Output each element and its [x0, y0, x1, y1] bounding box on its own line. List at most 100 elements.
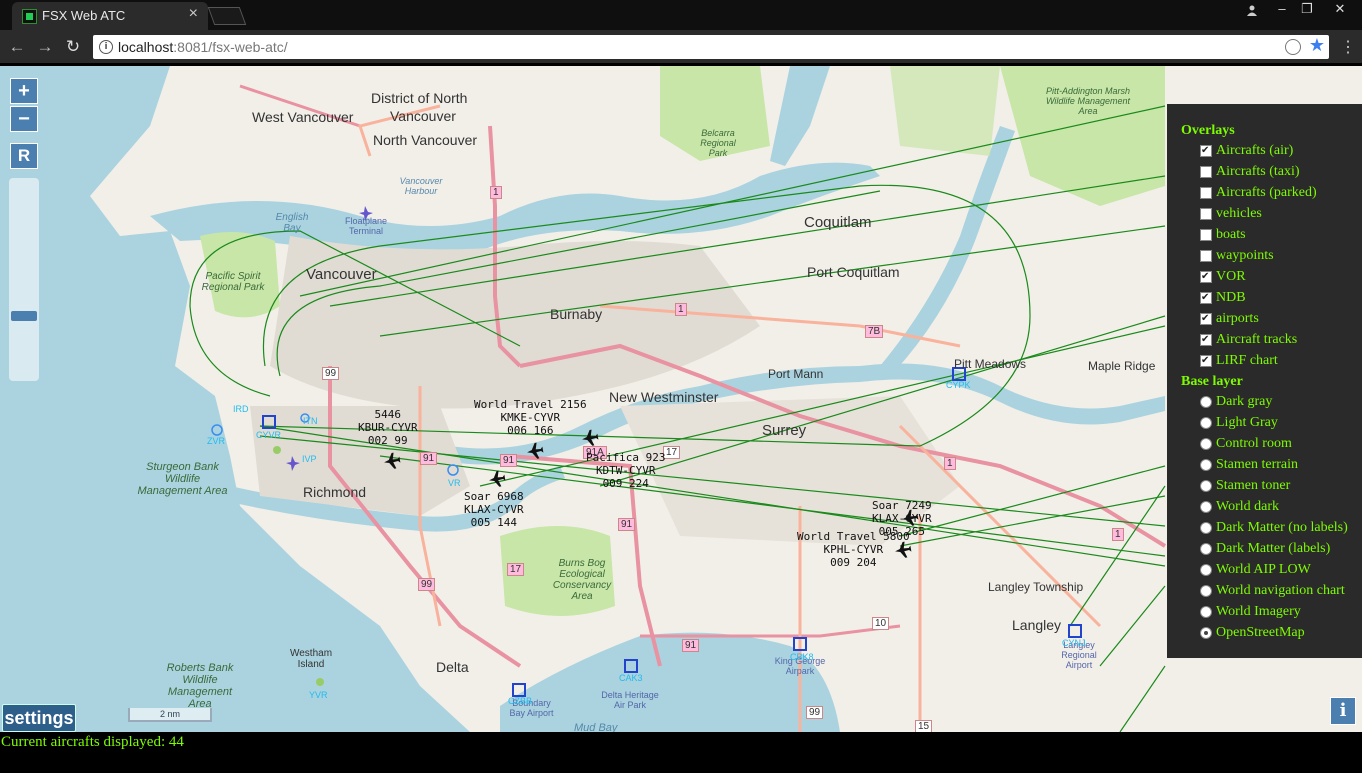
zoom-in-button[interactable]: + — [10, 78, 38, 104]
base-layer-radio[interactable] — [1200, 543, 1212, 555]
radar-favicon-icon — [22, 9, 37, 24]
aircraft-label[interactable]: 5446 KBUR-CYVR 002 99 — [358, 408, 418, 447]
aircraft-label[interactable]: World Travel 2156 KMKE-CYVR 006 166 — [474, 398, 587, 437]
overlay-checkbox[interactable] — [1200, 187, 1212, 199]
reload-button[interactable]: ↻ — [62, 36, 84, 58]
aircraft-route: KMKE-CYVR — [500, 411, 561, 424]
base-layer-radio[interactable] — [1200, 396, 1212, 408]
zoom-slider-thumb[interactable] — [11, 311, 37, 321]
aircraft-callsign: World Travel 2156 — [474, 398, 587, 411]
base-layer-label: Stamen terrain — [1216, 457, 1299, 472]
overlay-label: vehicles — [1216, 206, 1262, 221]
reset-view-button[interactable]: R — [10, 143, 38, 169]
base-layer-option[interactable]: World AIP LOW — [1167, 559, 1362, 580]
base-layer-radio[interactable] — [1200, 438, 1212, 450]
aircraft-callsign: Soar 6968 — [464, 490, 524, 503]
tab-close-icon[interactable]: × — [189, 5, 198, 23]
browser-menu-icon[interactable]: ⋮ — [1340, 37, 1356, 57]
site-info-icon[interactable]: i — [99, 40, 113, 54]
extension-icon[interactable] — [1285, 39, 1301, 55]
aircraft-callsign: World Travel 5800 — [797, 530, 910, 543]
overlay-option[interactable]: waypoints — [1167, 245, 1362, 266]
aircraft-route: KLAX-CYVR — [872, 512, 932, 525]
overlay-option[interactable]: Aircraft tracks — [1167, 329, 1362, 350]
base-layer-option[interactable]: World dark — [1167, 496, 1362, 517]
tab-title: FSX Web ATC — [42, 8, 126, 23]
overlay-checkbox[interactable] — [1200, 250, 1212, 262]
overlay-checkbox[interactable] — [1200, 140, 1212, 161]
forward-button[interactable]: → — [34, 36, 56, 58]
info-button[interactable]: i — [1330, 697, 1356, 725]
base-layer-radio[interactable] — [1200, 627, 1212, 639]
base-layer-option[interactable]: Light Gray — [1167, 412, 1362, 433]
profile-icon[interactable] — [1236, 0, 1268, 20]
aircraft-alt-speed: 002 99 — [367, 434, 408, 447]
base-layer-radio[interactable] — [1200, 522, 1212, 534]
base-layer-radio[interactable] — [1200, 585, 1212, 597]
overlay-checkbox[interactable] — [1200, 308, 1212, 329]
base-layer-radio[interactable] — [1200, 459, 1212, 471]
base-layer-option[interactable]: World Imagery — [1167, 601, 1362, 622]
aircraft-alt-speed: 009 224 — [602, 477, 649, 490]
overlay-checkbox[interactable] — [1200, 166, 1212, 178]
overlay-option[interactable]: Aircrafts (air) — [1167, 140, 1362, 161]
overlay-checkbox[interactable] — [1200, 266, 1212, 287]
base-layer-option[interactable]: OpenStreetMap — [1167, 622, 1362, 643]
settings-button[interactable]: settings — [2, 704, 76, 732]
overlay-option[interactable]: vehicles — [1167, 203, 1362, 224]
window-close-button[interactable]: ✕ — [1324, 0, 1356, 20]
aircraft-count-text: Current aircrafts displayed: 44 — [1, 734, 184, 750]
aircraft-callsign: 5446 — [374, 408, 402, 421]
base-layer-option[interactable]: Control room — [1167, 433, 1362, 454]
overlay-option[interactable]: airports — [1167, 308, 1362, 329]
overlay-label: LIRF chart — [1216, 353, 1278, 368]
address-bar[interactable]: i localhost:8081/fsx-web-atc/ ★ — [93, 35, 1329, 59]
overlay-checkbox[interactable] — [1200, 208, 1212, 220]
overlay-label: boats — [1216, 227, 1246, 242]
base-layer-radio[interactable] — [1200, 417, 1212, 429]
aircraft-label[interactable]: Soar 6968 KLAX-CYVR 005 144 — [464, 490, 524, 529]
status-bar: Current aircrafts displayed: 44 — [0, 733, 1362, 773]
zoom-slider[interactable] — [9, 178, 39, 381]
zoom-control: + − — [10, 78, 38, 134]
aircraft-icon[interactable] — [382, 451, 402, 471]
overlay-checkbox[interactable] — [1200, 350, 1212, 371]
map-canvas[interactable]: District of North Vancouver West Vancouv… — [0, 66, 1362, 732]
overlay-option[interactable]: boats — [1167, 224, 1362, 245]
aircraft-route: KBUR-CYVR — [358, 421, 418, 434]
base-layer-radio[interactable] — [1200, 480, 1212, 492]
url-path: :8081/fsx-web-atc/ — [173, 39, 288, 55]
base-layer-label: Light Gray — [1216, 415, 1278, 430]
overlay-option[interactable]: Aircrafts (taxi) — [1167, 161, 1362, 182]
overlay-option[interactable]: Aircrafts (parked) — [1167, 182, 1362, 203]
overlay-checkbox[interactable] — [1200, 329, 1212, 350]
base-layer-option[interactable]: Dark Matter (labels) — [1167, 538, 1362, 559]
overlay-checkbox[interactable] — [1200, 229, 1212, 241]
aircraft-icon[interactable] — [487, 469, 507, 489]
overlay-checkbox[interactable] — [1200, 287, 1212, 308]
base-layer-option[interactable]: Stamen toner — [1167, 475, 1362, 496]
overlay-label: Aircraft tracks — [1216, 332, 1298, 347]
base-layer-option[interactable]: World navigation chart — [1167, 580, 1362, 601]
back-button[interactable]: ← — [6, 36, 28, 58]
overlay-option[interactable]: NDB — [1167, 287, 1362, 308]
new-tab-button[interactable] — [207, 7, 247, 25]
browser-tab[interactable]: FSX Web ATC × — [12, 2, 208, 30]
base-layer-option[interactable]: Dark Matter (no labels) — [1167, 517, 1362, 538]
maximize-button[interactable]: ❐ — [1291, 0, 1323, 20]
aircraft-icon[interactable] — [525, 441, 545, 461]
base-layer-option[interactable]: Stamen terrain — [1167, 454, 1362, 475]
overlay-option[interactable]: LIRF chart — [1167, 350, 1362, 371]
aircraft-label[interactable]: Pacifica 923 KDTW-CYVR 009 224 — [586, 451, 665, 490]
overlay-label: airports — [1216, 311, 1259, 326]
base-layer-radio[interactable] — [1200, 606, 1212, 618]
zoom-out-button[interactable]: − — [10, 106, 38, 132]
base-layer-radio[interactable] — [1200, 564, 1212, 576]
base-layer-radio[interactable] — [1200, 501, 1212, 513]
aircraft-label[interactable]: World Travel 5800 KPHL-CYVR 009 204 — [797, 530, 910, 569]
overlay-label: waypoints — [1216, 248, 1274, 263]
overlay-option[interactable]: VOR — [1167, 266, 1362, 287]
base-layer-option[interactable]: Dark gray — [1167, 391, 1362, 412]
bookmark-star-icon[interactable]: ★ — [1309, 35, 1325, 56]
base-layer-label: World AIP LOW — [1216, 562, 1311, 577]
